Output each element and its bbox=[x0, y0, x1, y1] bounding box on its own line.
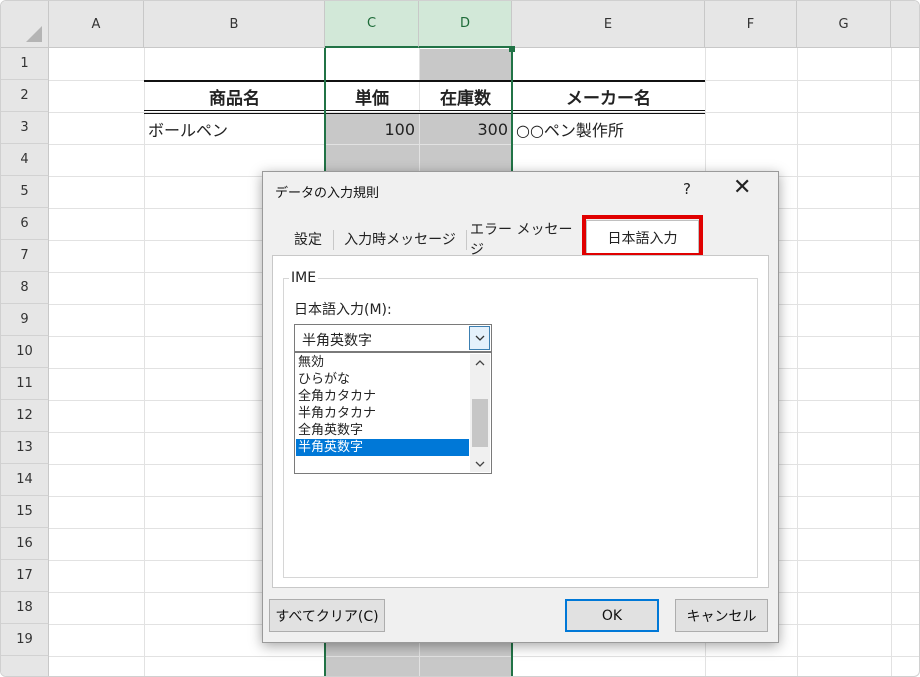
gridline bbox=[797, 48, 798, 676]
close-icon[interactable]: ✕ bbox=[733, 175, 751, 200]
ime-mode-dropdown-list[interactable]: 無効 ひらがな 全角カタカナ 半角カタカナ 全角英数字 半角英数字 bbox=[294, 352, 492, 474]
column-header-d[interactable]: D bbox=[419, 1, 512, 48]
tab-error-message[interactable]: エラー メッセージ bbox=[470, 222, 583, 258]
cell-c3[interactable]: 100 bbox=[325, 113, 419, 145]
row-header-4[interactable]: 4 bbox=[1, 144, 49, 176]
data-validation-dialog: データの入力規則 ? ✕ 設定 入力時メッセージ エラー メッセージ 日本語入力… bbox=[262, 171, 779, 643]
cell-b3[interactable]: ボールペン bbox=[144, 113, 325, 145]
option-fullwidth-alphanumeric[interactable]: 全角英数字 bbox=[296, 422, 469, 439]
cell-d2-stock[interactable]: 在庫数 bbox=[419, 80, 512, 112]
column-header-b[interactable]: B bbox=[144, 1, 325, 48]
row-header-7[interactable]: 7 bbox=[1, 240, 49, 272]
cell-e3[interactable]: ○○ペン製作所 bbox=[512, 113, 705, 145]
dialog-title: データの入力規則 bbox=[275, 186, 380, 201]
cancel-button[interactable]: キャンセル bbox=[675, 599, 768, 632]
row-header-2[interactable]: 2 bbox=[1, 80, 49, 112]
cell-b2-product-name[interactable]: 商品名 bbox=[144, 80, 325, 112]
column-header-f[interactable]: F bbox=[705, 1, 797, 48]
cell-d1-fill bbox=[419, 49, 512, 80]
row-header-15[interactable]: 15 bbox=[1, 496, 49, 528]
dropdown-scrollbar[interactable] bbox=[470, 354, 490, 472]
row-header-5[interactable]: 5 bbox=[1, 176, 49, 208]
row-header-9[interactable]: 9 bbox=[1, 304, 49, 336]
option-halfwidth-katakana[interactable]: 半角カタカナ bbox=[296, 405, 469, 422]
row-header-19[interactable]: 19 bbox=[1, 624, 49, 656]
cell-d3[interactable]: 300 bbox=[419, 113, 512, 145]
tab-input-message[interactable]: 入力時メッセージ bbox=[337, 224, 463, 254]
select-all-corner[interactable] bbox=[1, 1, 49, 48]
chevron-down-icon[interactable] bbox=[469, 326, 490, 350]
row-header-11[interactable]: 11 bbox=[1, 368, 49, 400]
column-header-c[interactable]: C bbox=[325, 1, 419, 48]
tab-panel: IME 日本語入力(M): 半角英数字 無効 ひらがな 全角カタカナ 半角カタカ… bbox=[272, 255, 769, 588]
column-header-a[interactable]: A bbox=[49, 1, 144, 48]
row-header-17[interactable]: 17 bbox=[1, 560, 49, 592]
spreadsheet-window: A B C D E F G 1 2 3 4 5 6 7 8 9 10 11 12… bbox=[0, 0, 920, 677]
row-header-14[interactable]: 14 bbox=[1, 464, 49, 496]
help-icon[interactable]: ? bbox=[683, 180, 691, 198]
gridline bbox=[891, 48, 892, 676]
row-header-12[interactable]: 12 bbox=[1, 400, 49, 432]
column-header-e[interactable]: E bbox=[512, 1, 705, 48]
option-disabled[interactable]: 無効 bbox=[296, 354, 469, 371]
row-header-10[interactable]: 10 bbox=[1, 336, 49, 368]
fill-handle[interactable] bbox=[509, 46, 515, 52]
row-header-3[interactable]: 3 bbox=[1, 112, 49, 144]
tab-japanese-input[interactable]: 日本語入力 bbox=[586, 220, 699, 255]
column-header-h[interactable] bbox=[891, 1, 919, 48]
option-fullwidth-katakana[interactable]: 全角カタカナ bbox=[296, 388, 469, 405]
ime-group-label: IME bbox=[289, 270, 319, 286]
chevron-up-icon[interactable] bbox=[470, 354, 490, 371]
scrollbar-thumb[interactable] bbox=[472, 399, 488, 447]
tab-settings[interactable]: 設定 bbox=[285, 224, 331, 254]
row-header-6[interactable]: 6 bbox=[1, 208, 49, 240]
ime-mode-select-value: 半角英数字 bbox=[302, 333, 372, 349]
tab-separator bbox=[466, 230, 467, 250]
clear-all-button[interactable]: すべてクリア(C) bbox=[269, 599, 385, 632]
option-halfwidth-alphanumeric[interactable]: 半角英数字 bbox=[296, 439, 469, 456]
row-header-8[interactable]: 8 bbox=[1, 272, 49, 304]
option-hiragana[interactable]: ひらがな bbox=[296, 371, 469, 388]
row-header-18[interactable]: 18 bbox=[1, 592, 49, 624]
japanese-input-label: 日本語入力(M): bbox=[294, 302, 392, 318]
gridline bbox=[49, 656, 919, 657]
column-header-g[interactable]: G bbox=[797, 1, 891, 48]
row-header-13[interactable]: 13 bbox=[1, 432, 49, 464]
row-header-1[interactable]: 1 bbox=[1, 48, 49, 80]
row-header-16[interactable]: 16 bbox=[1, 528, 49, 560]
ime-mode-select[interactable]: 半角英数字 bbox=[294, 324, 492, 352]
tab-separator bbox=[333, 230, 334, 250]
chevron-down-icon[interactable] bbox=[470, 455, 490, 472]
cell-c2-unit-price[interactable]: 単価 bbox=[325, 80, 419, 112]
ok-button[interactable]: OK bbox=[565, 599, 659, 632]
row-header-20[interactable] bbox=[1, 656, 49, 676]
cell-e2-maker[interactable]: メーカー名 bbox=[512, 80, 705, 112]
